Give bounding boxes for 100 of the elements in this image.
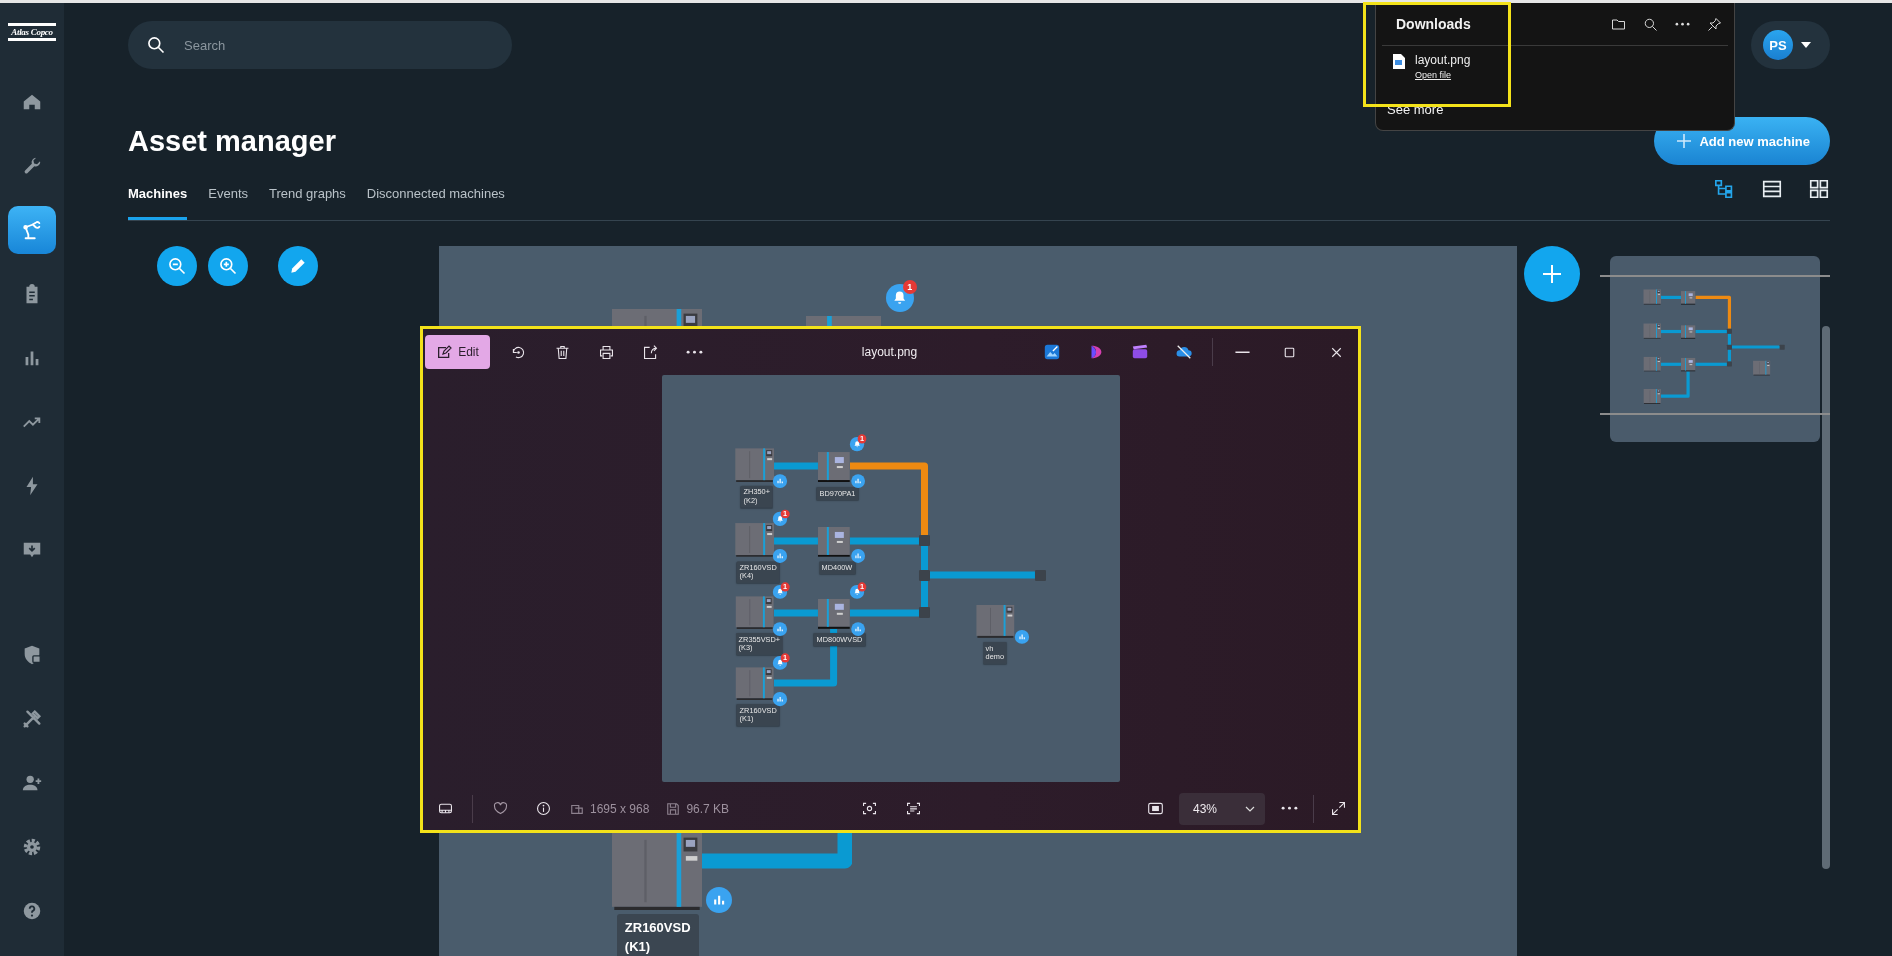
zoom-in-icon bbox=[218, 256, 238, 276]
edit-button[interactable] bbox=[278, 246, 318, 286]
zoom-select[interactable]: 43% bbox=[1179, 792, 1265, 825]
tab[interactable]: Trend graphs bbox=[269, 178, 346, 220]
plus-icon bbox=[1541, 263, 1563, 285]
settings-icon bbox=[21, 836, 43, 858]
clapper-icon bbox=[1131, 343, 1149, 361]
chart-icon[interactable] bbox=[850, 549, 865, 563]
pipe bbox=[1660, 371, 1690, 398]
open-file-link[interactable]: Open file bbox=[1415, 70, 1452, 80]
bell-icon[interactable] bbox=[772, 656, 787, 670]
pipe bbox=[849, 609, 919, 617]
pipe-junction bbox=[1726, 328, 1732, 334]
pipe-junction bbox=[918, 535, 930, 546]
pipe bbox=[1660, 329, 1681, 334]
chart-icon[interactable] bbox=[772, 474, 787, 488]
share-icon bbox=[641, 343, 659, 361]
pipe-junction bbox=[1779, 344, 1785, 350]
image-edit-icon bbox=[1043, 343, 1061, 361]
chart-icon[interactable] bbox=[705, 887, 732, 913]
list-view-button[interactable] bbox=[1761, 178, 1783, 200]
logo: Atlas Copco bbox=[8, 23, 56, 41]
zoom-out-button[interactable] bbox=[157, 246, 197, 286]
machine-drawing bbox=[1681, 291, 1696, 305]
machine-drawing bbox=[817, 599, 850, 629]
zoom-in-button[interactable] bbox=[208, 246, 248, 286]
machine-drawing bbox=[734, 448, 774, 482]
tab[interactable]: Disconnected machines bbox=[366, 178, 505, 220]
list-view-icon bbox=[1761, 178, 1783, 200]
machine-label: ZR160VSD (K1) bbox=[616, 914, 699, 956]
pipe bbox=[773, 537, 818, 545]
pipe-junction bbox=[918, 607, 930, 618]
scrollbar[interactable] bbox=[1822, 326, 1830, 869]
cloud-off-icon bbox=[1175, 343, 1193, 361]
scan-icon bbox=[861, 800, 878, 817]
search-input[interactable]: Search bbox=[182, 36, 466, 54]
machine-drawing bbox=[817, 452, 850, 482]
bell-icon[interactable] bbox=[885, 284, 914, 312]
pipe bbox=[1660, 362, 1681, 366]
pipe-junction bbox=[1726, 344, 1732, 350]
machine-drawing bbox=[817, 527, 850, 557]
pipe-junction bbox=[918, 570, 930, 581]
chart-icon[interactable] bbox=[772, 549, 787, 563]
machine-drawing bbox=[734, 596, 774, 629]
caret-icon bbox=[1801, 42, 1811, 48]
image-dimensions: 1695 x 968 bbox=[590, 801, 650, 816]
pipe bbox=[773, 462, 818, 470]
more-icon bbox=[685, 349, 703, 355]
tab[interactable]: Events bbox=[208, 178, 248, 220]
robot-arm-icon bbox=[21, 219, 43, 241]
machine-drawing bbox=[1643, 323, 1661, 339]
add-button[interactable] bbox=[1524, 246, 1580, 302]
page-title: Asset manager bbox=[128, 124, 336, 158]
alarm-badge: 1 bbox=[902, 280, 917, 294]
machine-drawing bbox=[975, 605, 1015, 638]
zoom-out-icon bbox=[167, 256, 187, 276]
image-file-icon bbox=[1393, 54, 1405, 69]
printer-icon bbox=[597, 343, 615, 361]
bell-icon[interactable] bbox=[849, 437, 864, 451]
expand-icon bbox=[1329, 800, 1347, 817]
machine-drawing bbox=[734, 523, 774, 557]
chart-icon[interactable] bbox=[1014, 630, 1029, 644]
search-icon bbox=[1642, 16, 1658, 32]
minimize-icon bbox=[1234, 350, 1251, 354]
grid-view-icon bbox=[1808, 178, 1830, 200]
save-icon bbox=[666, 801, 681, 816]
tools-icon bbox=[21, 708, 43, 730]
text-scan-icon bbox=[905, 800, 922, 817]
pin-icon bbox=[1706, 16, 1722, 32]
file-name: layout.png bbox=[861, 345, 918, 359]
bell-icon[interactable] bbox=[849, 585, 864, 599]
help-icon bbox=[21, 900, 43, 922]
tab[interactable]: Machines bbox=[128, 178, 188, 220]
user-avatar: PS bbox=[1763, 30, 1793, 60]
machine-drawing bbox=[1681, 357, 1696, 372]
pipe bbox=[773, 609, 818, 617]
search-field[interactable]: Search bbox=[128, 21, 512, 69]
heart-icon bbox=[491, 800, 509, 817]
bell-icon[interactable] bbox=[772, 512, 787, 526]
bell-icon[interactable] bbox=[772, 585, 787, 599]
sidebar-item[interactable] bbox=[8, 206, 56, 254]
more-icon bbox=[1280, 806, 1298, 811]
panel-title: Downloads bbox=[1396, 16, 1471, 32]
info-icon bbox=[534, 800, 552, 817]
file-size: 96.7 KB bbox=[686, 801, 730, 816]
machine-drawing bbox=[1643, 388, 1661, 404]
machine-drawing bbox=[1681, 325, 1696, 339]
grid-view-button[interactable] bbox=[1808, 178, 1830, 200]
chart-icon[interactable] bbox=[850, 622, 865, 636]
file-name: layout.png bbox=[1415, 53, 1471, 67]
search-icon bbox=[146, 35, 166, 55]
fit-screen-icon bbox=[1146, 800, 1164, 817]
chart-icon[interactable] bbox=[772, 692, 787, 706]
image-edit-icon bbox=[436, 344, 453, 360]
chart-icon[interactable] bbox=[772, 622, 787, 636]
chart-icon[interactable] bbox=[850, 474, 865, 488]
machine-drawing bbox=[734, 667, 774, 700]
edit-button[interactable]: Edit bbox=[425, 335, 490, 369]
machine-drawing bbox=[1643, 356, 1661, 372]
machine-drawing bbox=[1643, 289, 1661, 305]
